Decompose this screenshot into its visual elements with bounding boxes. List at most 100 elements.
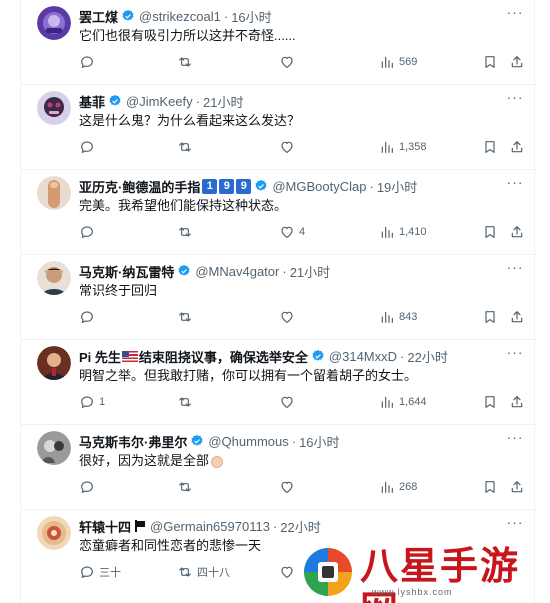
repost-button[interactable] xyxy=(177,137,197,157)
share-button[interactable] xyxy=(509,477,525,497)
timestamp[interactable]: 16小时 xyxy=(231,7,271,25)
author-handle[interactable]: @JimKeefy xyxy=(126,94,193,109)
author-name[interactable]: Pi 先生 xyxy=(79,347,121,365)
reply-icon xyxy=(81,566,93,578)
repost-button[interactable] xyxy=(177,307,197,327)
tweet[interactable]: 罢工煤 @strikezcoal1 · 16小时 ··· 它们也很有吸引力所以这… xyxy=(21,0,536,85)
views-button[interactable]: 1,358 xyxy=(379,137,427,157)
like-button[interactable]: 4 xyxy=(279,222,305,242)
share-button[interactable] xyxy=(509,137,525,157)
share-button[interactable] xyxy=(509,222,525,242)
author-handle[interactable]: @MNav4gator xyxy=(195,264,279,279)
avatar[interactable] xyxy=(37,261,71,295)
like-count: 4 xyxy=(299,226,306,238)
like-button[interactable] xyxy=(279,477,299,497)
more-options-icon[interactable]: ··· xyxy=(506,345,524,364)
more-options-icon[interactable]: ··· xyxy=(506,515,524,534)
timestamp[interactable]: 22小时 xyxy=(280,517,320,535)
views-button[interactable]: 268 xyxy=(379,477,417,497)
separator: · xyxy=(195,93,201,109)
repost-icon xyxy=(179,57,191,67)
reply-button[interactable] xyxy=(79,137,99,157)
timestamp[interactable]: 22小时 xyxy=(407,347,447,365)
author-handle[interactable]: @Germain65970113 xyxy=(150,519,270,534)
reply-icon xyxy=(81,141,93,153)
tweet[interactable]: Pi 先生 结束阻挠议事，确保选举安全 @314MxxD · 22小时 ··· … xyxy=(21,340,536,425)
more-options-icon[interactable]: ··· xyxy=(506,5,524,24)
heart-icon xyxy=(281,141,293,153)
watermark-logo-icon xyxy=(302,546,354,598)
avatar[interactable] xyxy=(37,91,71,125)
tweet[interactable]: 亚历克·鲍德温的手指 1 9 9 @MGBootyClap · 19小时 ···… xyxy=(21,170,536,255)
more-options-icon[interactable]: ··· xyxy=(506,175,524,194)
separator: · xyxy=(291,433,297,449)
timestamp[interactable]: 16小时 xyxy=(299,432,339,450)
repost-button[interactable] xyxy=(177,477,197,497)
reply-button[interactable] xyxy=(79,222,99,242)
share-button[interactable] xyxy=(509,52,525,72)
tweet[interactable]: 马克斯韦尔·弗里尔 @Qhummous · 16小时 ··· 很好，因为这就是全… xyxy=(21,425,536,510)
reply-button[interactable]: 三十 xyxy=(79,562,121,582)
separator: · xyxy=(223,8,229,24)
like-button[interactable] xyxy=(279,392,299,412)
separator: · xyxy=(369,178,374,194)
reply-button[interactable] xyxy=(79,307,99,327)
author-name[interactable]: 马克斯韦尔·弗里尔 xyxy=(79,432,187,450)
bookmark-button[interactable] xyxy=(482,477,498,497)
share-button[interactable] xyxy=(509,307,525,327)
avatar[interactable] xyxy=(37,6,71,40)
views-button[interactable]: 1,410 xyxy=(379,222,427,242)
author-handle[interactable]: @MGBootyClap xyxy=(272,179,366,194)
like-button[interactable] xyxy=(279,307,299,327)
share-button[interactable] xyxy=(509,392,525,412)
repost-button[interactable]: 四十八 xyxy=(177,562,230,582)
author-name[interactable]: 罢工煤 xyxy=(79,7,118,25)
more-options-icon[interactable]: ··· xyxy=(506,430,524,449)
author-name[interactable]: 马克斯·纳瓦雷特 xyxy=(79,262,174,280)
more-options-icon[interactable]: ··· xyxy=(506,260,524,279)
avatar[interactable] xyxy=(37,176,71,210)
timestamp[interactable]: 21小时 xyxy=(290,262,330,280)
author-handle[interactable]: @Qhummous xyxy=(208,434,288,449)
author-handle[interactable]: @314MxxD xyxy=(329,349,397,364)
avatar[interactable] xyxy=(37,346,71,380)
bookmark-icon xyxy=(485,396,495,408)
author-name-suffix[interactable]: 结束阻挠议事，确保选举安全 xyxy=(139,347,308,365)
ok-hand-emoji-icon xyxy=(211,455,224,468)
reply-button[interactable] xyxy=(79,477,99,497)
views-button[interactable]: 569 xyxy=(379,52,417,72)
repost-button[interactable] xyxy=(177,52,197,72)
reply-button[interactable] xyxy=(79,52,99,72)
repost-button[interactable] xyxy=(177,392,197,412)
views-button[interactable]: 1,644 xyxy=(379,392,427,412)
timestamp[interactable]: 21小时 xyxy=(203,92,243,110)
author-name[interactable]: 轩辕十四 xyxy=(79,517,131,535)
tweet-header: 亚历克·鲍德温的手指 1 9 9 @MGBootyClap · 19小时 xyxy=(79,177,486,195)
bookmark-button[interactable] xyxy=(482,222,498,242)
verified-icon xyxy=(178,264,190,276)
views-button[interactable]: 843 xyxy=(379,307,417,327)
author-handle[interactable]: @strikezcoal1 xyxy=(139,9,221,24)
tweet[interactable]: 马克斯·纳瓦雷特 @MNav4gator · 21小时 ··· 常识终于回归 8… xyxy=(21,255,536,340)
like-button[interactable] xyxy=(279,52,299,72)
bookmark-button[interactable] xyxy=(482,137,498,157)
analytics-icon xyxy=(381,226,393,238)
avatar[interactable] xyxy=(37,431,71,465)
verified-icon xyxy=(255,179,267,191)
like-button[interactable] xyxy=(279,137,299,157)
bookmark-button[interactable] xyxy=(482,52,498,72)
reply-button[interactable]: 1 xyxy=(79,392,105,412)
repost-icon xyxy=(179,567,191,577)
author-name[interactable]: 亚历克·鲍德温的手指 xyxy=(79,177,200,195)
avatar[interactable] xyxy=(37,516,71,550)
tweet-text: 它们也很有吸引力所以这并不奇怪...... xyxy=(79,28,296,43)
author-name[interactable]: 基菲 xyxy=(79,92,105,110)
timestamp[interactable]: 19小时 xyxy=(377,177,417,195)
analytics-icon xyxy=(381,56,393,68)
bookmark-button[interactable] xyxy=(482,307,498,327)
action-bar: 1,358 xyxy=(79,137,523,157)
more-options-icon[interactable]: ··· xyxy=(506,90,524,109)
bookmark-button[interactable] xyxy=(482,392,498,412)
repost-button[interactable] xyxy=(177,222,197,242)
tweet[interactable]: 基菲 @JimKeefy · 21小时 ··· 这是什么鬼？为什么看起来这么发达… xyxy=(21,85,536,170)
